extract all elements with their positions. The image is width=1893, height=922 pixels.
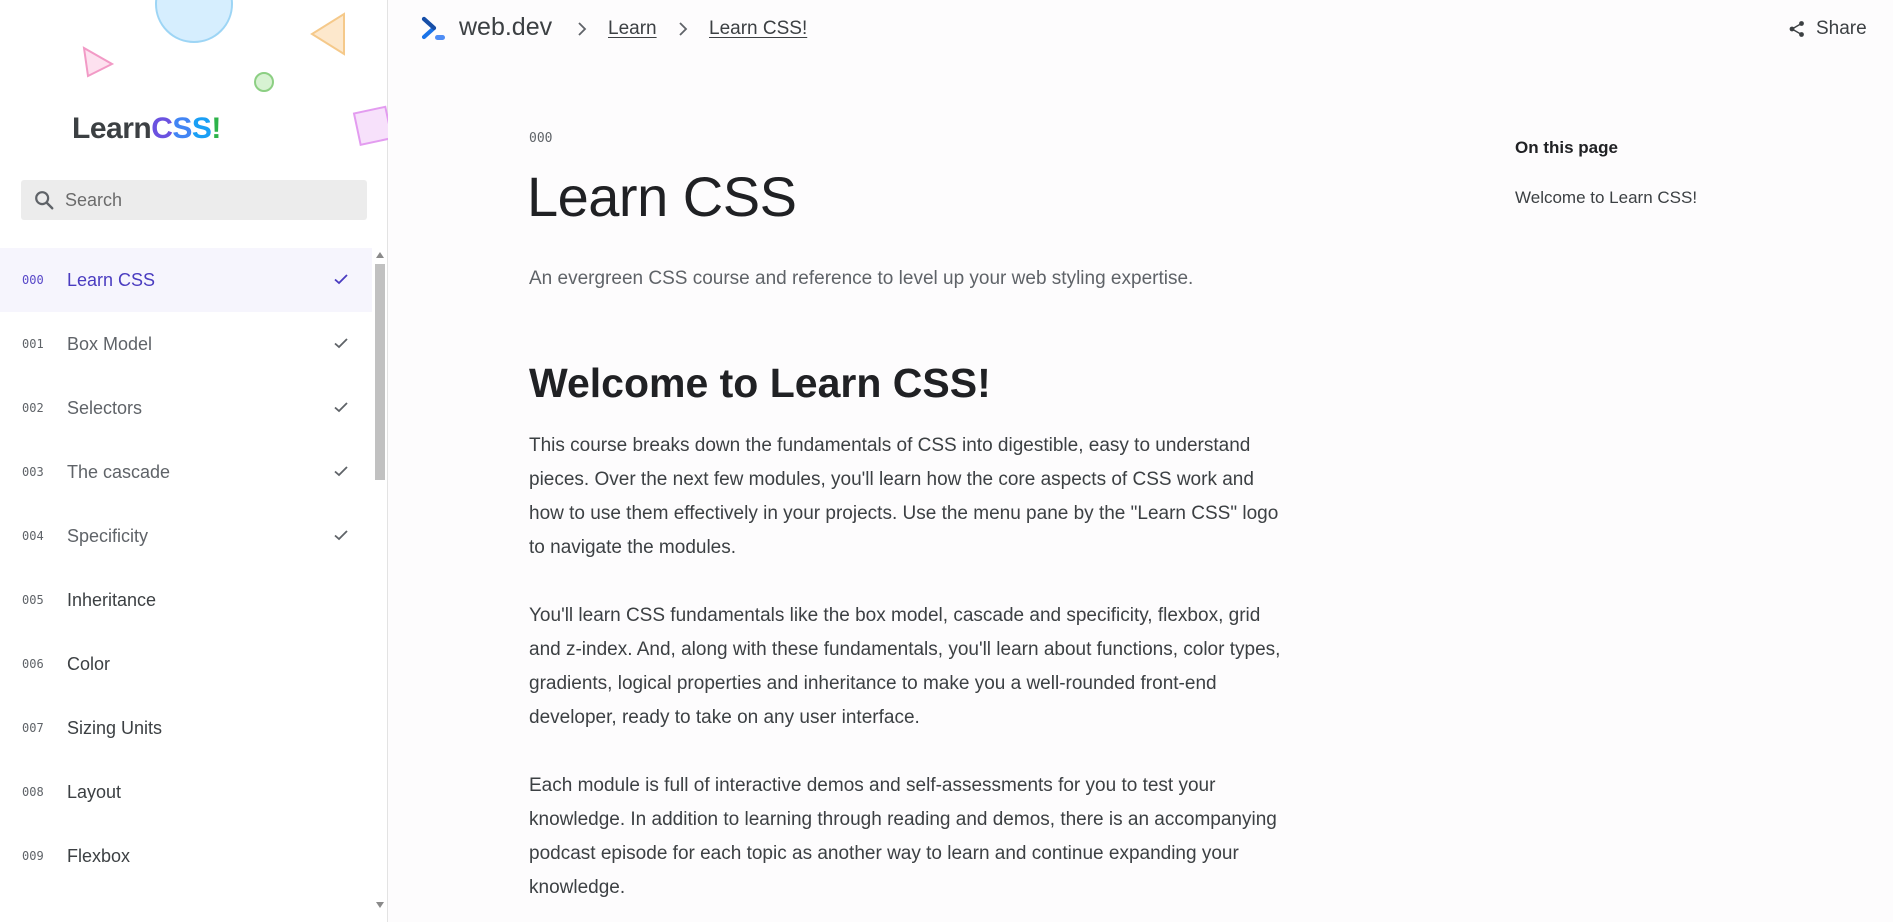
scroll-down-arrow-icon[interactable] xyxy=(376,902,384,908)
paragraph: Each module is full of interactive demos… xyxy=(529,775,1277,898)
breadcrumb-learn[interactable]: Learn xyxy=(608,18,657,40)
top-bar: web.dev Learn Learn CSS! Share xyxy=(389,0,1893,60)
search-icon xyxy=(35,191,54,210)
page-title: Learn CSS xyxy=(527,165,797,228)
module-number: 000 xyxy=(529,131,553,146)
module-number: 000 xyxy=(22,273,44,287)
scroll-up-arrow-icon[interactable] xyxy=(376,252,384,258)
paragraph: You'll learn CSS fundamentals like the b… xyxy=(529,605,1281,728)
sidebar-item-inheritance[interactable]: 005 Inheritance xyxy=(0,568,372,632)
decorative-circle-icon xyxy=(254,72,274,92)
sidebar-item-label: Learn CSS xyxy=(67,269,156,290)
on-this-page-toc: On this page Welcome to Learn CSS! xyxy=(1515,138,1697,208)
module-number: 005 xyxy=(22,593,44,607)
breadcrumb-learn-css[interactable]: Learn CSS! xyxy=(709,18,807,40)
paragraph: This course breaks down the fundamentals… xyxy=(529,435,1279,558)
module-number: 001 xyxy=(22,337,44,351)
share-icon xyxy=(1789,21,1804,37)
checkmark-icon xyxy=(334,402,348,413)
decorative-square-icon xyxy=(352,105,388,146)
decorative-triangle-icon xyxy=(310,12,345,56)
sidebar-item-label: Color xyxy=(67,653,111,674)
search-input[interactable] xyxy=(65,189,355,211)
sidebar-item-label: Inheritance xyxy=(67,589,157,610)
sidebar-item-sizing-units[interactable]: 007 Sizing Units xyxy=(0,696,372,760)
sidebar-item-learn-css[interactable]: 000 Learn CSS xyxy=(0,248,372,312)
sidebar-item-the-cascade[interactable]: 003 The cascade xyxy=(0,440,372,504)
search-box[interactable] xyxy=(21,180,367,220)
checkmark-icon xyxy=(334,530,348,541)
module-number: 004 xyxy=(22,529,44,543)
checkmark-icon xyxy=(334,338,348,349)
logo-learn-text: Learn xyxy=(72,112,152,145)
webdev-logo-icon[interactable] xyxy=(421,16,447,42)
sidebar-item-color[interactable]: 006 Color xyxy=(0,632,372,696)
sidebar-item-layout[interactable]: 008 Layout xyxy=(0,760,372,824)
checkmark-icon xyxy=(334,274,348,285)
logo-s2-text: S xyxy=(191,112,212,145)
module-number: 002 xyxy=(22,401,44,415)
app-root: LearnCSS! 000Learn CSS001Box Model002Sel… xyxy=(0,0,1893,922)
sidebar-item-label: Flexbox xyxy=(67,845,131,866)
sidebar-item-box-model[interactable]: 001 Box Model xyxy=(0,312,372,376)
sidebar-item-label: Specificity xyxy=(67,525,149,546)
module-nav: 000 Learn CSS 001 Box Model 002 Selectors 003 T… xyxy=(0,248,372,888)
learn-css-logo[interactable]: LearnCSS! xyxy=(72,112,221,146)
toc-title: On this page xyxy=(1515,138,1618,157)
sidebar-item-label: Layout xyxy=(67,781,122,802)
module-number: 003 xyxy=(22,465,44,479)
share-button[interactable]: Share xyxy=(1788,18,1867,40)
module-number: 009 xyxy=(22,849,44,863)
sidebar-item-selectors[interactable]: 002 Selectors xyxy=(0,376,372,440)
checkmark-icon xyxy=(334,466,348,477)
decorative-circle-icon xyxy=(155,0,233,43)
sidebar: LearnCSS! 000 Learn CSS 001 Box Model 002 Sel… xyxy=(0,0,388,922)
sidebar-item-label: Sizing Units xyxy=(67,717,163,738)
logo-s1-text: S xyxy=(172,112,192,145)
sidebar-item-label: The cascade xyxy=(67,461,171,482)
section-heading: Welcome to Learn CSS! xyxy=(529,360,991,406)
scrollbar-thumb[interactable] xyxy=(375,264,385,480)
page-lede: An evergreen CSS course and reference to… xyxy=(529,268,1194,289)
module-number: 007 xyxy=(22,721,44,735)
module-number: 006 xyxy=(22,657,44,671)
sidebar-item-flexbox[interactable]: 009 Flexbox xyxy=(0,824,372,888)
sidebar-item-label: Selectors xyxy=(67,397,143,418)
logo-bang-text: ! xyxy=(211,112,221,145)
sidebar-header: LearnCSS! xyxy=(0,0,388,240)
chevron-right-icon xyxy=(578,22,587,36)
chevron-right-icon xyxy=(679,22,688,36)
module-number: 008 xyxy=(22,785,44,799)
logo-c-text: C xyxy=(151,112,173,145)
decorative-triangle-icon xyxy=(82,46,115,78)
sidebar-item-specificity[interactable]: 004 Specificity xyxy=(0,504,372,568)
brand-link[interactable]: web.dev xyxy=(459,13,552,42)
sidebar-item-label: Box Model xyxy=(67,333,153,354)
share-label: Share xyxy=(1816,18,1867,39)
sidebar-scrollbar[interactable] xyxy=(372,248,388,908)
toc-link[interactable]: Welcome to Learn CSS! xyxy=(1515,188,1697,208)
